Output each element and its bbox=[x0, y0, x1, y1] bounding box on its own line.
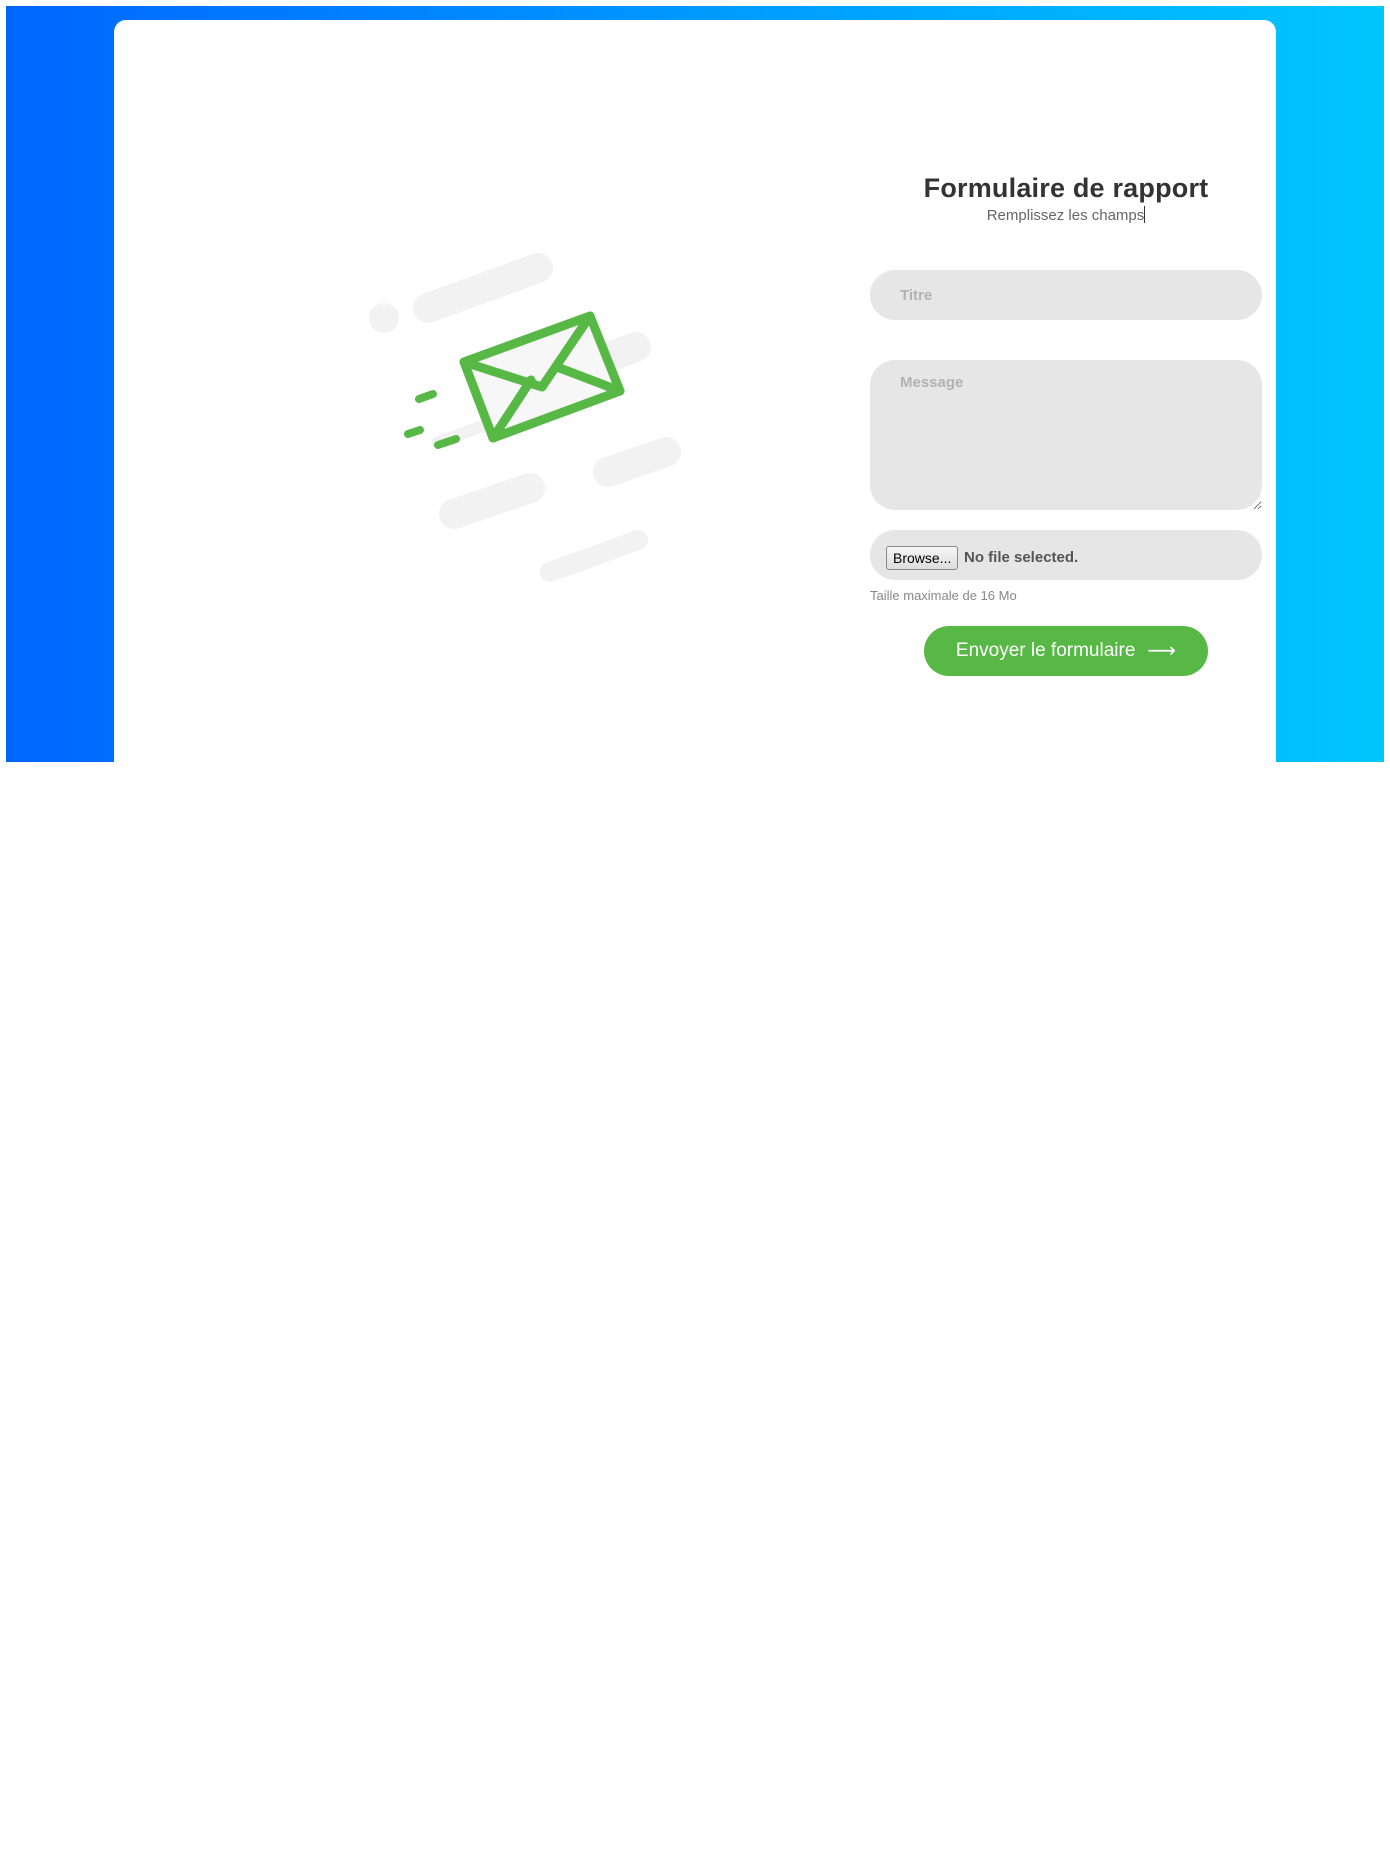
envelope-icon bbox=[459, 311, 625, 443]
text-cursor bbox=[1144, 206, 1146, 223]
decorative-dot bbox=[369, 303, 399, 333]
form-subtitle-text: Remplissez les champs bbox=[986, 207, 1145, 224]
form-title: Formulaire de rapport bbox=[923, 173, 1209, 203]
speed-lines bbox=[404, 390, 460, 449]
arrow-right-icon: ⟶ bbox=[1147, 640, 1177, 662]
max-size-hint: Taille maximale de 16 Mo bbox=[870, 588, 1017, 603]
form-header: Formulaire de rapport Remplissez les cha… bbox=[870, 170, 1262, 226]
decorative-streak bbox=[413, 253, 553, 323]
decorative-streak bbox=[593, 437, 681, 487]
form-card: Formulaire de rapport Remplissez les cha… bbox=[114, 20, 1276, 762]
speed-line bbox=[434, 435, 460, 449]
mail-illustration bbox=[369, 253, 681, 582]
speed-line bbox=[415, 390, 437, 403]
browse-button[interactable]: Browse... bbox=[886, 546, 959, 570]
submit-button-label: Envoyer le formulaire bbox=[955, 640, 1136, 661]
form-subtitle: Remplissez les champs bbox=[870, 206, 1262, 226]
title-input[interactable] bbox=[870, 270, 1262, 320]
speed-line bbox=[404, 426, 424, 438]
decorative-streak bbox=[540, 530, 648, 582]
file-status: No file selected. bbox=[964, 549, 1079, 566]
decorative-streak bbox=[439, 473, 545, 529]
submit-button[interactable]: Envoyer le formulaire ⟶ bbox=[924, 626, 1208, 676]
message-textarea[interactable] bbox=[870, 360, 1262, 510]
file-upload-field: Browse... No file selected. bbox=[870, 530, 1262, 580]
